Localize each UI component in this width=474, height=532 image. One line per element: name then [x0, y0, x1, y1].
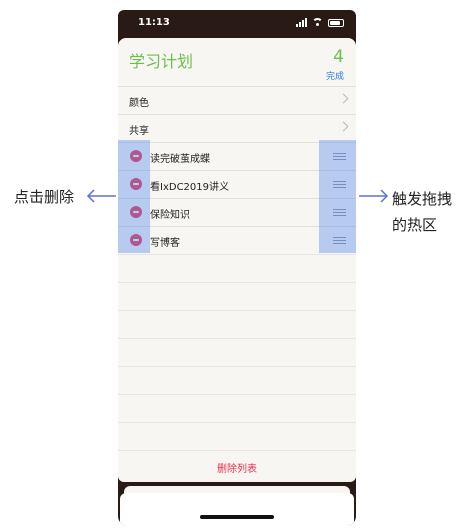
chevron-right-icon — [338, 121, 349, 132]
row-divider — [118, 422, 356, 423]
drag-hotzone-highlight — [319, 140, 356, 253]
row-divider — [118, 338, 356, 339]
list-item-label[interactable]: 读完破茧成蝶 — [150, 150, 210, 165]
list-sheet: 学习计划 4 完成 颜色 共享 读完破茧成蝶 看IxDC2019讲义 保险知识 — [118, 38, 356, 482]
annotation-line: 触发拖拽 — [392, 190, 453, 208]
settings-row-label: 共享 — [129, 126, 149, 137]
arrow-left-icon — [86, 189, 116, 203]
status-icons — [296, 18, 344, 27]
status-time: 11:13 — [138, 17, 170, 28]
settings-row-share[interactable]: 共享 — [118, 114, 356, 142]
row-divider — [118, 366, 356, 367]
wifi-icon — [312, 18, 323, 27]
phone-frame: 11:13 学习计划 4 完成 颜色 共享 读完破茧成蝶 看IxDC2019讲义 — [118, 10, 356, 526]
row-divider — [118, 394, 356, 395]
row-divider — [118, 254, 356, 255]
list-title: 学习计划 — [129, 52, 194, 71]
done-button[interactable]: 完成 — [326, 69, 344, 82]
annotation-drag-hotzone: 触发拖拽 的热区 — [392, 186, 472, 238]
list-item-label[interactable]: 保险知识 — [150, 206, 190, 221]
battery-icon — [328, 19, 344, 27]
arrow-right-icon — [359, 189, 389, 203]
list-item-label[interactable]: 看IxDC2019讲义 — [150, 178, 229, 193]
annotation-tap-delete: 点击删除 — [14, 188, 75, 206]
status-bar: 11:13 — [118, 10, 356, 36]
annotation-line: 的热区 — [392, 216, 438, 234]
settings-row-label: 颜色 — [129, 98, 149, 109]
settings-row-color[interactable]: 颜色 — [118, 86, 356, 114]
delete-list-button[interactable]: 删除列表 — [118, 460, 356, 475]
delete-hotzone-highlight — [118, 140, 150, 253]
row-divider — [118, 310, 356, 311]
row-divider — [118, 450, 356, 451]
list-item-label[interactable]: 写博客 — [150, 234, 180, 249]
cellular-signal-icon — [296, 18, 307, 27]
row-divider — [118, 282, 356, 283]
item-count: 4 — [333, 47, 344, 67]
chevron-right-icon — [338, 93, 349, 104]
stacked-card-front — [120, 493, 354, 526]
home-indicator — [200, 515, 274, 519]
